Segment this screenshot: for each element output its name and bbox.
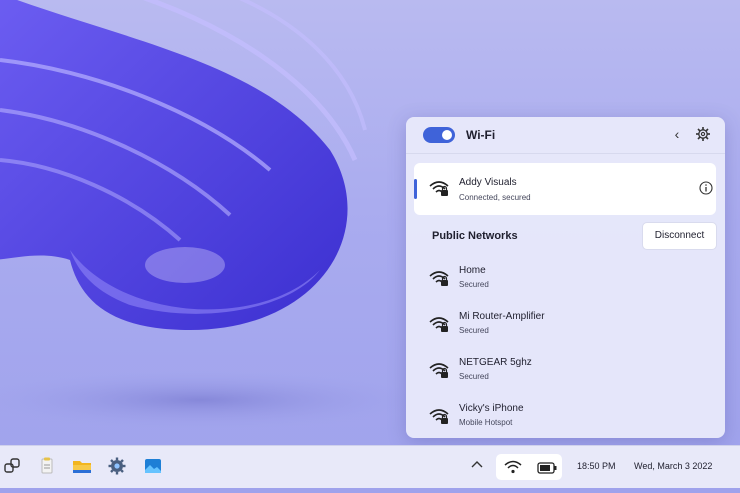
wifi-panel-header: Wi-Fi ‹ — [406, 117, 725, 154]
network-name: Vicky's iPhone — [459, 403, 524, 414]
clock-date[interactable]: Wed, March 3 2022 — [634, 461, 712, 471]
clock-time[interactable]: 18:50 PM — [577, 461, 616, 471]
back-icon[interactable]: ‹ — [669, 125, 685, 143]
taskbar: 18:50 PM Wed, March 3 2022 — [0, 445, 740, 488]
wifi-icon — [504, 459, 522, 480]
task-view-icon[interactable] — [3, 456, 23, 476]
network-name: NETGEAR 5ghz — [459, 357, 532, 368]
chevron-up-icon[interactable] — [470, 458, 484, 472]
network-status: Secured — [459, 280, 489, 289]
notepad-icon[interactable] — [37, 456, 57, 476]
network-item[interactable]: Home Secured — [406, 257, 725, 301]
network-status: Mobile Hotspot — [459, 418, 513, 427]
network-name: Mi Router-Amplifier — [459, 311, 545, 322]
disconnect-button[interactable]: Disconnect — [642, 222, 717, 250]
connected-network-status: Connected, secured — [459, 193, 531, 202]
network-status: Secured — [459, 372, 489, 381]
wifi-panel: Wi-Fi ‹ Addy Visuals Connected, secured … — [406, 117, 725, 438]
toggle-knob — [442, 130, 452, 140]
wifi-secured-icon — [429, 315, 449, 333]
wifi-toggle[interactable] — [423, 127, 455, 143]
file-explorer-icon[interactable] — [72, 456, 92, 476]
public-networks-heading: Public Networks — [432, 230, 518, 242]
battery-icon — [537, 461, 557, 479]
network-item[interactable]: NETGEAR 5ghz Secured — [406, 349, 725, 393]
connected-network-name: Addy Visuals — [459, 177, 517, 188]
gear-icon[interactable] — [695, 125, 711, 143]
settings-icon[interactable] — [107, 456, 127, 476]
info-icon[interactable] — [699, 181, 713, 195]
network-name: Home — [459, 265, 486, 276]
connected-network-card[interactable]: Addy Visuals Connected, secured — [414, 163, 716, 215]
photos-icon[interactable] — [143, 456, 163, 476]
system-tray-quick-settings[interactable] — [496, 454, 562, 480]
wifi-secured-icon — [429, 361, 449, 379]
wifi-secured-icon — [429, 407, 449, 425]
wifi-panel-title: Wi-Fi — [466, 128, 496, 142]
network-item[interactable]: Mi Router-Amplifier Secured — [406, 303, 725, 347]
network-status: Secured — [459, 326, 489, 335]
network-item[interactable]: Vicky's iPhone Mobile Hotspot — [406, 395, 725, 438]
wifi-secured-icon — [429, 179, 449, 197]
wifi-secured-icon — [429, 269, 449, 287]
selection-indicator — [414, 179, 417, 199]
